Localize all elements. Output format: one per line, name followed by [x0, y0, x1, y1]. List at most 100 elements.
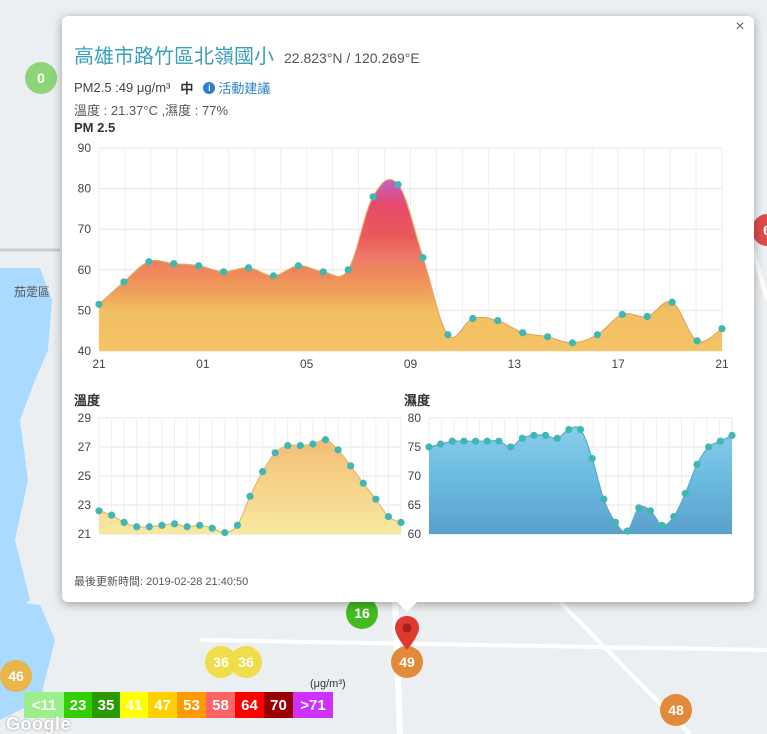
data-point[interactable]	[530, 431, 538, 439]
data-point[interactable]	[95, 507, 103, 515]
data-point[interactable]	[611, 518, 620, 526]
data-point[interactable]	[469, 314, 477, 323]
y-tick-label: 60	[408, 527, 422, 541]
data-point[interactable]	[220, 268, 228, 276]
data-point[interactable]	[643, 312, 651, 321]
data-point[interactable]	[170, 520, 179, 528]
data-point[interactable]	[543, 333, 552, 341]
legend-unit: (μg/m³)	[310, 678, 346, 690]
data-point[interactable]	[494, 316, 502, 325]
data-point[interactable]	[244, 264, 253, 272]
data-point[interactable]	[269, 272, 278, 280]
data-point[interactable]	[133, 523, 141, 531]
info-icon[interactable]: i	[203, 81, 216, 94]
data-point[interactable]	[472, 437, 480, 445]
data-point[interactable]	[271, 449, 279, 457]
activity-advice-link[interactable]: 活動建議	[218, 78, 270, 97]
pm-value: PM2.5 :49 μg/m³	[74, 80, 171, 95]
station-marker[interactable]: 0	[25, 62, 57, 94]
data-point[interactable]	[95, 300, 103, 308]
data-point[interactable]	[728, 431, 736, 439]
data-point[interactable]	[372, 495, 380, 503]
data-point[interactable]	[448, 437, 456, 445]
data-point[interactable]	[294, 262, 302, 270]
data-point[interactable]	[444, 331, 452, 339]
data-point[interactable]	[593, 331, 602, 339]
data-point[interactable]	[158, 521, 166, 529]
data-point[interactable]	[670, 513, 678, 521]
data-point[interactable]	[588, 455, 596, 463]
data-point[interactable]	[646, 507, 655, 515]
data-point[interactable]	[221, 528, 229, 537]
data-point[interactable]	[120, 518, 128, 526]
data-point[interactable]	[565, 426, 573, 434]
data-point[interactable]	[576, 426, 585, 434]
data-point[interactable]	[519, 329, 527, 337]
data-point[interactable]	[369, 193, 377, 201]
x-tick-label: 21	[92, 357, 106, 371]
data-point[interactable]	[618, 310, 626, 319]
station-marker[interactable]: 36	[230, 646, 262, 678]
data-point[interactable]	[384, 513, 393, 521]
data-point[interactable]	[195, 262, 203, 270]
data-point[interactable]	[334, 446, 342, 454]
data-point[interactable]	[145, 523, 153, 531]
data-point[interactable]	[705, 443, 713, 451]
data-point[interactable]	[518, 434, 526, 442]
data-point[interactable]	[419, 254, 427, 262]
data-point[interactable]	[681, 489, 689, 497]
data-point[interactable]	[716, 437, 724, 445]
data-point[interactable]	[208, 524, 216, 532]
weather-summary: 溫度 : 21.37°C ,濕度 : 77%	[74, 103, 229, 118]
data-point[interactable]	[658, 521, 666, 529]
data-point[interactable]	[296, 441, 304, 450]
data-point[interactable]	[170, 260, 178, 268]
data-point[interactable]	[344, 266, 352, 274]
data-point[interactable]	[425, 443, 433, 451]
data-point[interactable]	[460, 437, 468, 445]
data-point[interactable]	[321, 436, 330, 444]
data-point[interactable]	[347, 462, 355, 470]
y-tick-label: 65	[408, 498, 422, 512]
temperature-chart: 21 23 25 27 29	[78, 411, 405, 541]
data-point[interactable]	[623, 527, 631, 535]
data-point[interactable]	[600, 495, 608, 503]
station-marker[interactable]: 46	[0, 660, 32, 692]
data-point[interactable]	[394, 180, 402, 189]
data-point[interactable]	[506, 443, 515, 451]
data-point[interactable]	[309, 440, 317, 448]
data-point[interactable]	[495, 437, 503, 445]
station-name: 高雄市路竹區北嶺國小	[74, 46, 274, 68]
data-point[interactable]	[183, 523, 191, 531]
data-point[interactable]	[483, 437, 491, 445]
data-point[interactable]	[284, 441, 292, 450]
data-point[interactable]	[541, 431, 550, 439]
y-tick-label: 25	[78, 469, 92, 483]
data-point[interactable]	[693, 460, 701, 468]
data-point[interactable]	[120, 278, 128, 286]
data-point[interactable]	[246, 492, 254, 500]
data-point[interactable]	[568, 339, 577, 347]
y-tick-label: 90	[78, 141, 92, 155]
data-point[interactable]	[359, 479, 367, 487]
data-point[interactable]	[258, 468, 267, 476]
map-pin-icon[interactable]	[392, 614, 422, 654]
legend-item: >71	[293, 692, 333, 718]
x-tick-label: 13	[508, 357, 522, 371]
data-point[interactable]	[319, 268, 327, 276]
station-marker[interactable]: 48	[660, 694, 692, 726]
data-point[interactable]	[668, 298, 676, 306]
data-point[interactable]	[145, 258, 153, 266]
x-tick-label: 01	[196, 357, 210, 371]
data-point[interactable]	[553, 434, 561, 442]
data-point[interactable]	[196, 521, 204, 529]
close-button[interactable]: ×	[732, 18, 748, 36]
data-point[interactable]	[107, 511, 116, 519]
data-point[interactable]	[437, 440, 445, 448]
y-tick-label: 80	[78, 182, 92, 196]
data-point[interactable]	[233, 521, 242, 529]
data-point[interactable]	[635, 504, 643, 512]
pm25-chart-title: PM 2.5	[74, 120, 116, 135]
data-point[interactable]	[693, 337, 701, 345]
data-point[interactable]	[718, 325, 726, 333]
